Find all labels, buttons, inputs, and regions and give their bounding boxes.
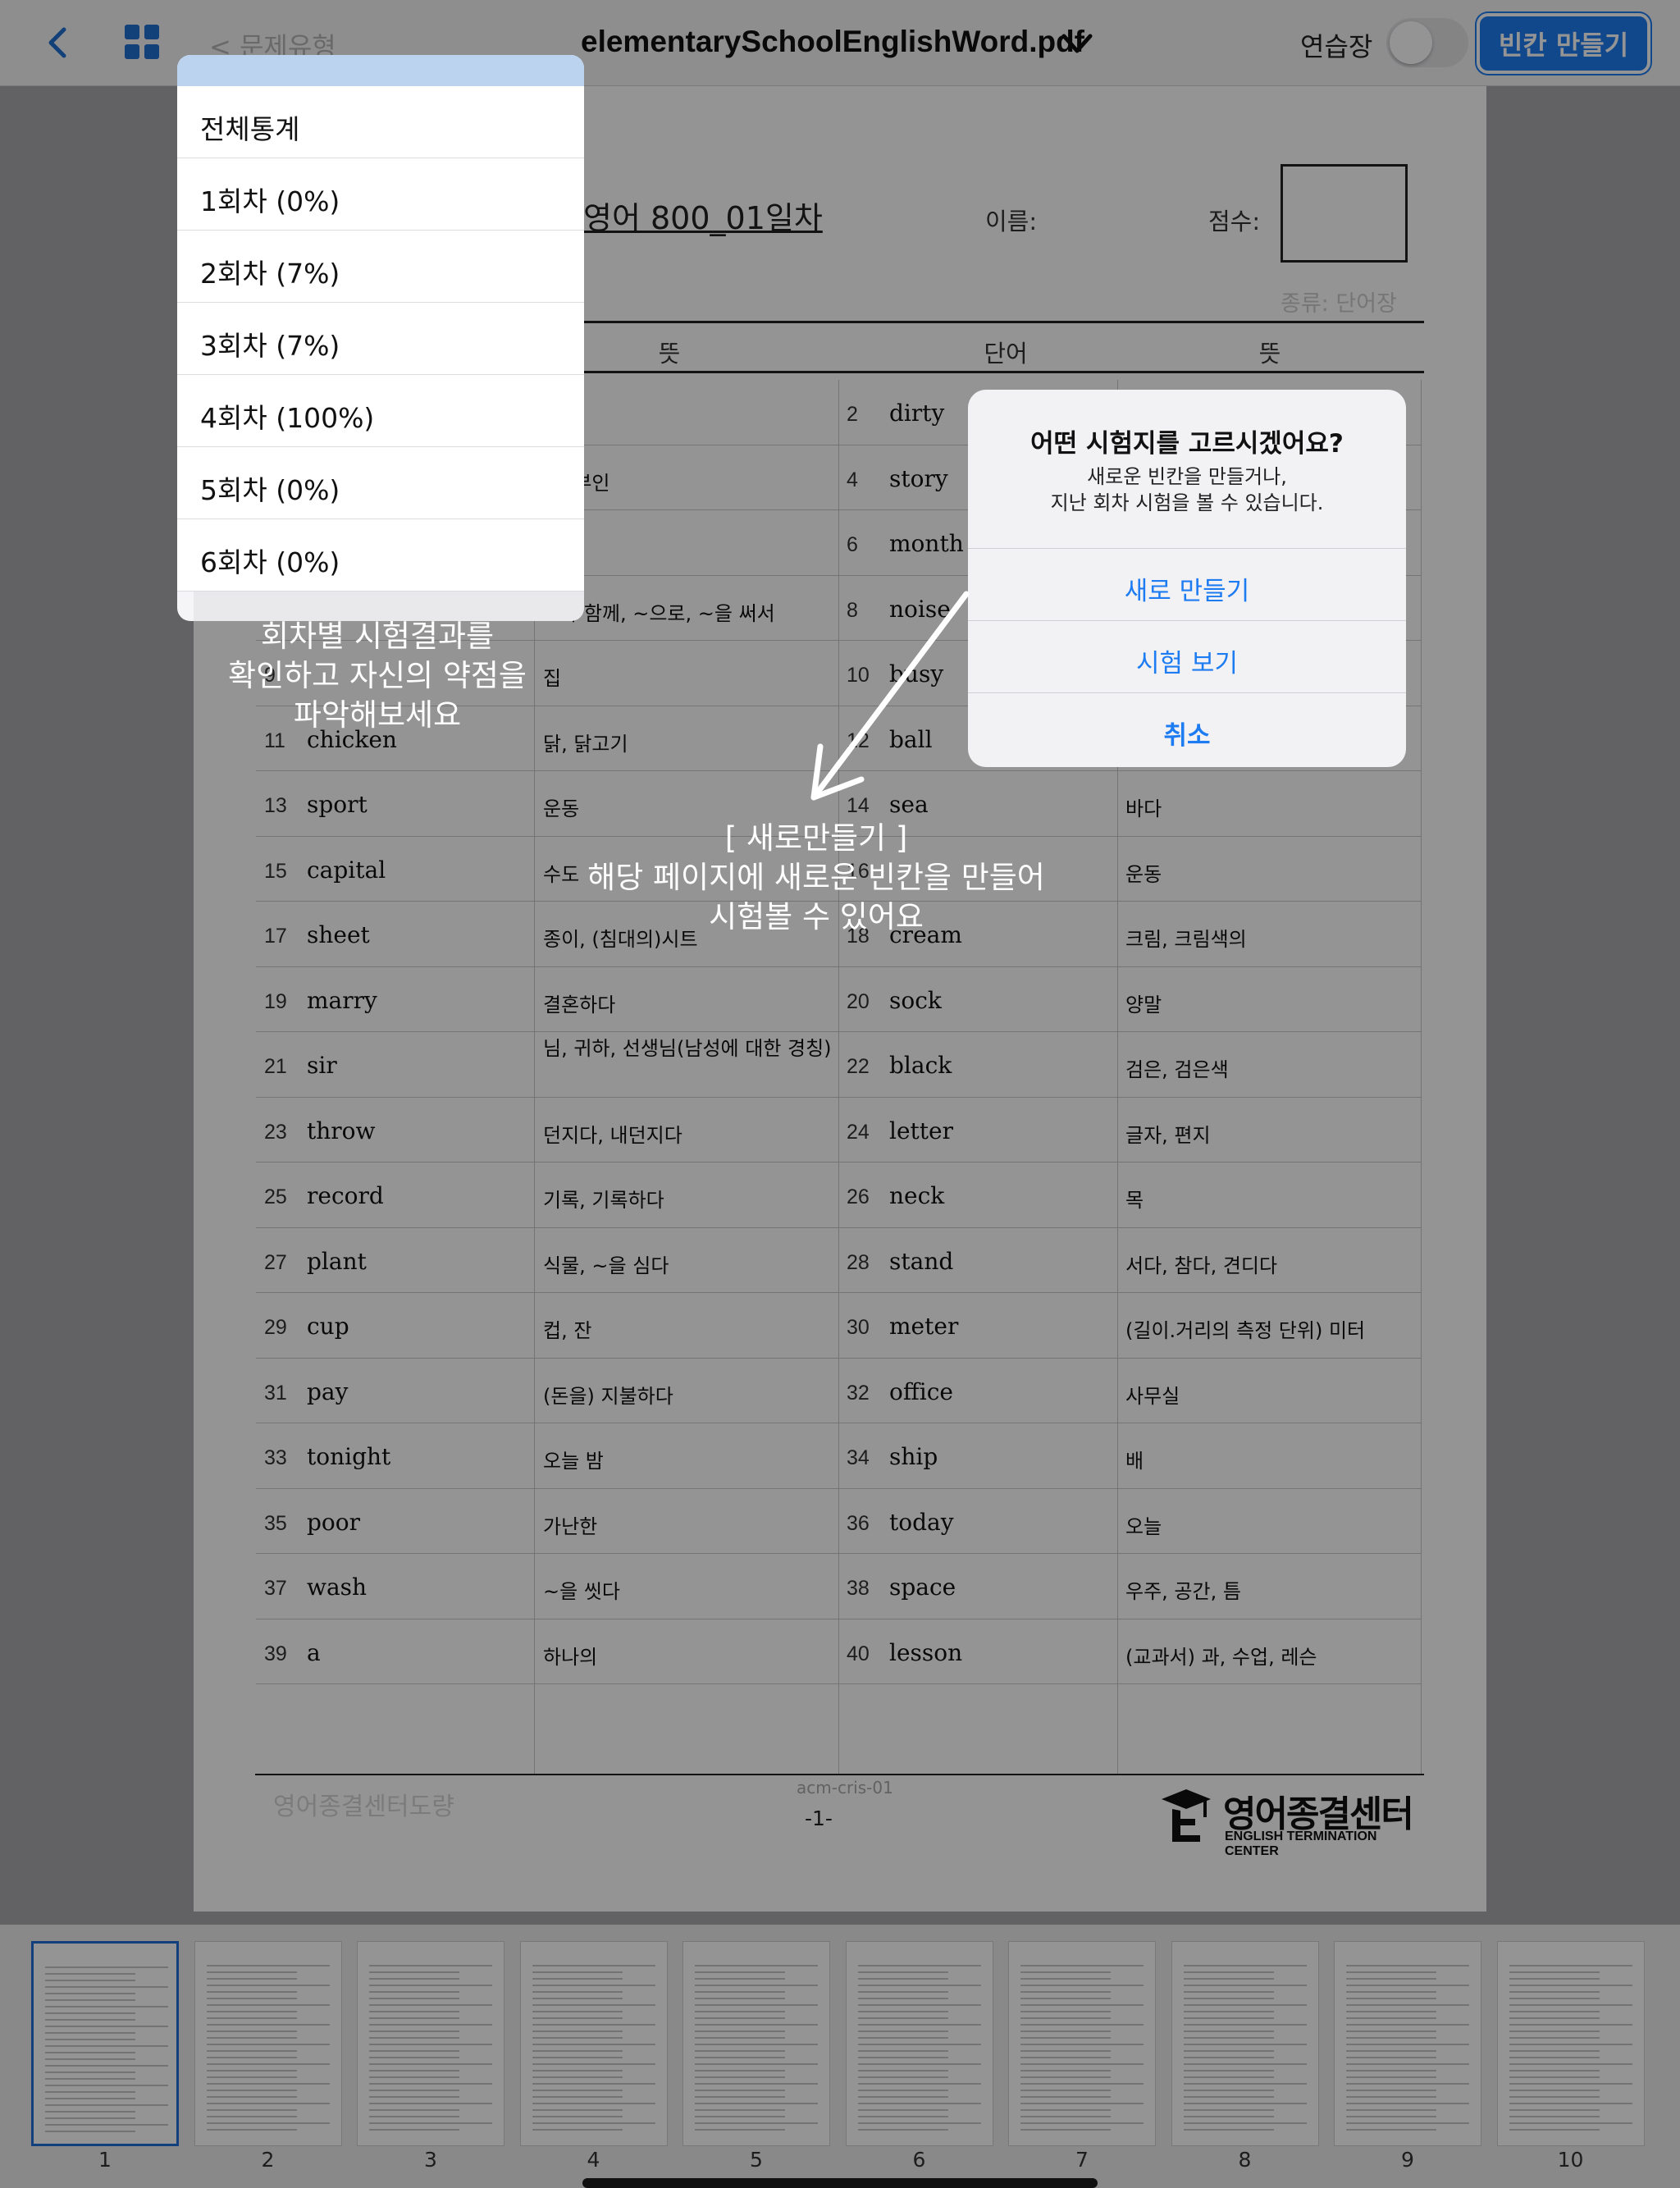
- view-exam-button[interactable]: 시험 보기: [968, 620, 1406, 692]
- caption-new-exam: [ 새로만들기 ] 해당 페이지에 새로운 빈칸을 만들어 시험볼 수 있어요: [533, 819, 1099, 937]
- new-exam-button[interactable]: 새로 만들기: [968, 548, 1406, 620]
- caption-line: 시험볼 수 있어요: [709, 899, 924, 934]
- menu-item-round[interactable]: 4회차 (100%): [177, 375, 584, 447]
- caption-line: 확인하고 자신의 약점을: [228, 658, 527, 693]
- menu-item-round[interactable]: 3회차 (7%): [177, 303, 584, 375]
- caption-line: 파악해보세요: [293, 697, 462, 733]
- arrow-pointer-icon: [810, 591, 970, 801]
- dialog-title: 어떤 시험지를 고르시겠어요?: [1030, 429, 1344, 459]
- menu-item-total-stats[interactable]: 전체통계: [177, 86, 584, 158]
- popover-header: [177, 55, 584, 86]
- exam-choice-dialog: 어떤 시험지를 고르시겠어요? 새로운 빈칸을 만들거나, 지난 회차 시험을 …: [968, 390, 1406, 767]
- popover-backdrop: [194, 588, 584, 621]
- caption-line: [ 새로만들기 ]: [724, 820, 908, 856]
- dialog-message-line: 지난 회차 시험을 볼 수 있습니다.: [1050, 491, 1324, 514]
- dialog-message-line: 새로운 빈칸을 만들거나,: [1087, 465, 1287, 488]
- round-stats-popover: 전체통계 1회차 (0%) 2회차 (7%) 3회차 (7%) 4회차 (100%) 5회…: [177, 55, 584, 621]
- menu-item-round[interactable]: 2회차 (7%): [177, 231, 584, 303]
- home-indicator: [582, 2178, 1098, 2188]
- dialog-message: 새로운 빈칸을 만들거나, 지난 회차 시험을 볼 수 있습니다.: [968, 464, 1406, 516]
- caption-line: 해당 페이지에 새로운 빈칸을 만들어: [587, 860, 1045, 895]
- caption-round-results: 회차별 시험결과를 확인하고 자신의 약점을 파악해보세요: [221, 617, 533, 735]
- menu-item-round[interactable]: 1회차 (0%): [177, 158, 584, 231]
- menu-item-round[interactable]: 5회차 (0%): [177, 447, 584, 519]
- cancel-button[interactable]: 취소: [968, 692, 1406, 765]
- caption-line: 회차별 시험결과를: [260, 619, 495, 654]
- menu-item-round[interactable]: 6회차 (0%): [177, 519, 584, 592]
